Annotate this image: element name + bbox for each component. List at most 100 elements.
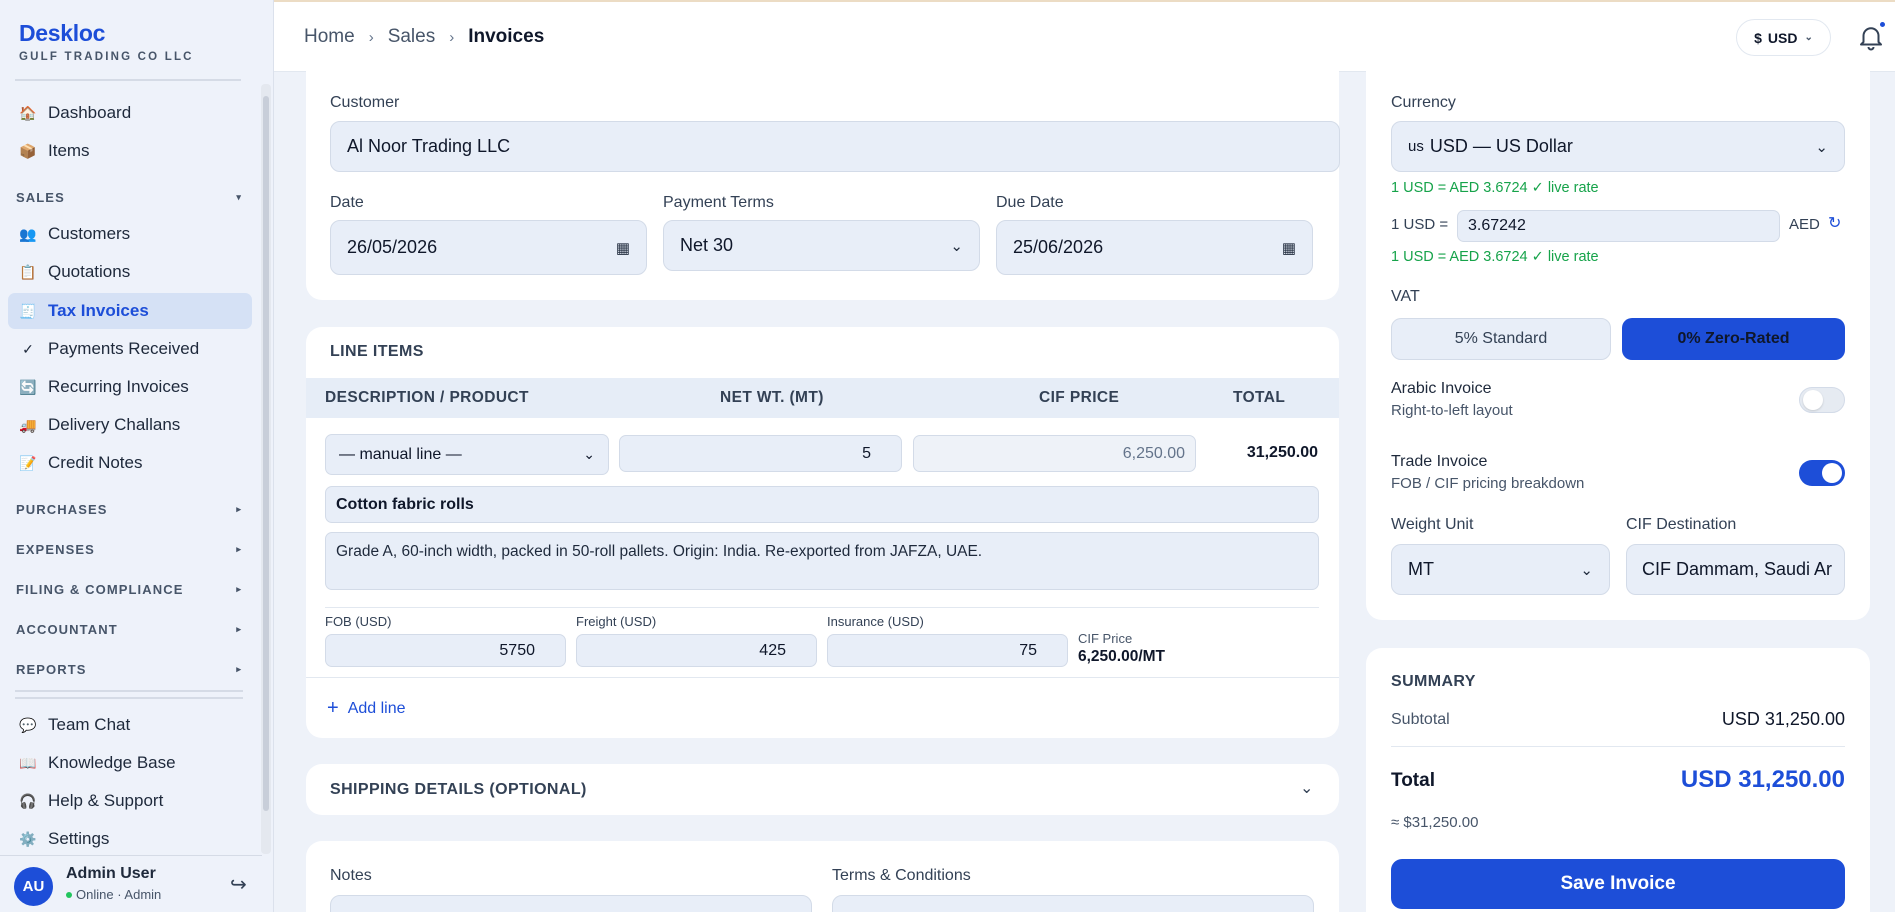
breadcrumb-home[interactable]: Home [304,26,355,48]
terms-textarea[interactable] [832,895,1314,912]
rate-prefix: 1 USD = [1391,216,1449,233]
cif-destination-input[interactable]: CIF Dammam, Saudi Ar [1626,544,1845,595]
item-name-input[interactable]: Cotton fabric rolls [325,486,1319,523]
divider [325,607,1319,608]
date-input[interactable]: 26/05/2026 ▦ [330,220,647,275]
calendar-icon[interactable]: ▦ [616,239,630,257]
payment-terms-value: Net 30 [680,235,734,255]
chevron-right-icon: › [368,28,374,46]
fob-label: FOB (USD) [325,614,392,629]
date-label: Date [330,194,364,211]
cif-price-value: 6,250.00 [1122,444,1185,462]
cif-destination-label: CIF Destination [1626,516,1737,533]
sidebar-item-tax-invoices[interactable]: 🧾 Tax Invoices [8,293,252,329]
vat-5-standard-button[interactable]: 5% Standard [1391,318,1611,360]
sidebar-item-credit-notes[interactable]: 📝 Credit Notes [8,445,252,481]
sidebar-item-customers[interactable]: 👥 Customers [8,216,252,252]
repeat-icon: 🔄 [19,378,37,395]
freight-label: Freight (USD) [576,614,657,629]
shipping-details-card[interactable]: SHIPPING DETAILS (OPTIONAL) ⌄ [306,764,1339,815]
sidebar-section-accountant[interactable]: ACCOUNTANT ▸ [16,622,242,637]
live-rate-text-2: 1 USD = AED 3.6724 ✓ live rate [1391,249,1599,265]
trade-invoice-toggle[interactable] [1799,460,1845,486]
live-rate-text: 1 USD = AED 3.6724 ✓ live rate [1391,180,1599,196]
check-icon: ✓ [22,340,34,357]
sidebar-item-label: Help & Support [48,791,164,810]
caret-down-icon: ▾ [236,192,242,202]
sidebar-section-purchases[interactable]: PURCHASES ▸ [16,502,242,517]
breadcrumb-sales[interactable]: Sales [388,26,436,48]
net-weight-value: 5 [862,444,871,462]
sidebar-item-help-support[interactable]: 🎧 Help & Support [8,783,252,819]
section-label: PURCHASES [16,502,108,517]
calendar-icon[interactable]: ▦ [1282,239,1296,257]
notes-textarea[interactable] [330,895,812,912]
sidebar-section-sales[interactable]: SALES ▾ [16,190,242,205]
sidebar-item-label: Delivery Challans [48,415,181,434]
breadcrumb: Home › Sales › Invoices [304,26,544,48]
sidebar-item-quotations[interactable]: 📋 Quotations [8,254,252,290]
fob-input[interactable]: 5750 [325,634,566,667]
chevron-down-icon: ⌄ [1804,32,1813,43]
exchange-rate-input[interactable]: 3.67242 [1457,210,1780,242]
sidebar-item-delivery-challans[interactable]: 🚚 Delivery Challans [8,407,252,443]
freight-input[interactable]: 425 [576,634,817,667]
payment-terms-label: Payment Terms [663,194,774,211]
users-icon: 👥 [19,225,37,242]
due-date-input[interactable]: 25/06/2026 ▦ [996,220,1313,275]
sidebar-item-dashboard[interactable]: 🏠 Dashboard [8,95,252,131]
sidebar-scrollbar-thumb[interactable] [263,96,269,811]
column-header: TOTAL [1233,389,1286,406]
payment-terms-select[interactable]: Net 30 ⌄ [663,220,980,271]
insurance-input[interactable]: 75 [827,634,1068,667]
cif-price-per-mt: 6,250.00/MT [1078,648,1166,665]
sidebar-item-settings[interactable]: ⚙️ Settings [8,821,252,857]
insurance-value: 75 [1019,641,1037,659]
sidebar-section-reports[interactable]: REPORTS ▸ [16,662,242,677]
brand-name: Deskloc [19,20,106,46]
sidebar-item-recurring-invoices[interactable]: 🔄 Recurring Invoices [8,369,252,405]
sidebar-section-expenses[interactable]: EXPENSES ▸ [16,542,242,557]
brand[interactable]: Deskloc GULF TRADING CO LLC [19,20,194,63]
freight-value: 425 [759,641,786,659]
vat-0-zero-rated-button[interactable]: 0% Zero-Rated [1622,318,1845,360]
line-items-title: LINE ITEMS [330,343,424,360]
cif-price-label: CIF Price [1078,631,1133,646]
item-description-textarea[interactable]: Grade A, 60-inch width, packed in 50-rol… [325,532,1319,590]
sidebar-item-label: Recurring Invoices [48,377,189,396]
refresh-icon[interactable]: ↻ [1828,213,1841,233]
section-label: EXPENSES [16,542,95,557]
sidebar-section-filing[interactable]: FILING & COMPLIANCE ▸ [16,582,242,597]
currency-select-value: USD — US Dollar [1429,136,1573,156]
book-icon: 📖 [19,754,37,771]
gear-icon: ⚙️ [19,830,37,847]
clipboard-icon: 📋 [19,263,37,280]
item-name-value: Cotton fabric rolls [336,495,474,513]
add-line-button[interactable]: + Add line [327,697,406,720]
chevron-down-icon: ⌄ [583,446,595,462]
chevron-down-icon: ⌄ [1580,561,1593,579]
customer-label: Customer [330,94,400,111]
vat-label: VAT [1391,288,1420,305]
sidebar-item-label: Quotations [48,262,131,281]
sidebar: Deskloc GULF TRADING CO LLC 🏠 Dashboard … [0,0,274,912]
sidebar-item-label: Team Chat [48,715,131,734]
logout-icon[interactable]: ↪ [230,872,247,897]
weight-unit-select[interactable]: MT ⌄ [1391,544,1610,595]
avatar[interactable]: AU [14,867,53,906]
sidebar-item-payments-received[interactable]: ✓ Payments Received [8,331,252,367]
customer-input[interactable]: Al Noor Trading LLC [330,121,1340,172]
currency-switcher[interactable]: $ USD ⌄ [1736,19,1831,56]
sidebar-item-label: Tax Invoices [48,301,149,320]
sidebar-item-team-chat[interactable]: 💬 Team Chat [8,707,252,743]
online-dot-icon [66,891,72,898]
net-weight-input[interactable]: 5 [619,435,902,472]
sidebar-item-knowledge-base[interactable]: 📖 Knowledge Base [8,745,252,781]
divider [15,79,241,81]
sidebar-item-items[interactable]: 📦 Items [8,133,252,169]
arabic-invoice-toggle[interactable] [1799,387,1845,413]
subtotal-label: Subtotal [1391,711,1450,728]
save-invoice-button[interactable]: Save Invoice [1391,859,1845,909]
currency-select[interactable]: us USD — US Dollar ⌄ [1391,121,1845,172]
product-select[interactable]: — manual line — ⌄ [325,434,609,475]
